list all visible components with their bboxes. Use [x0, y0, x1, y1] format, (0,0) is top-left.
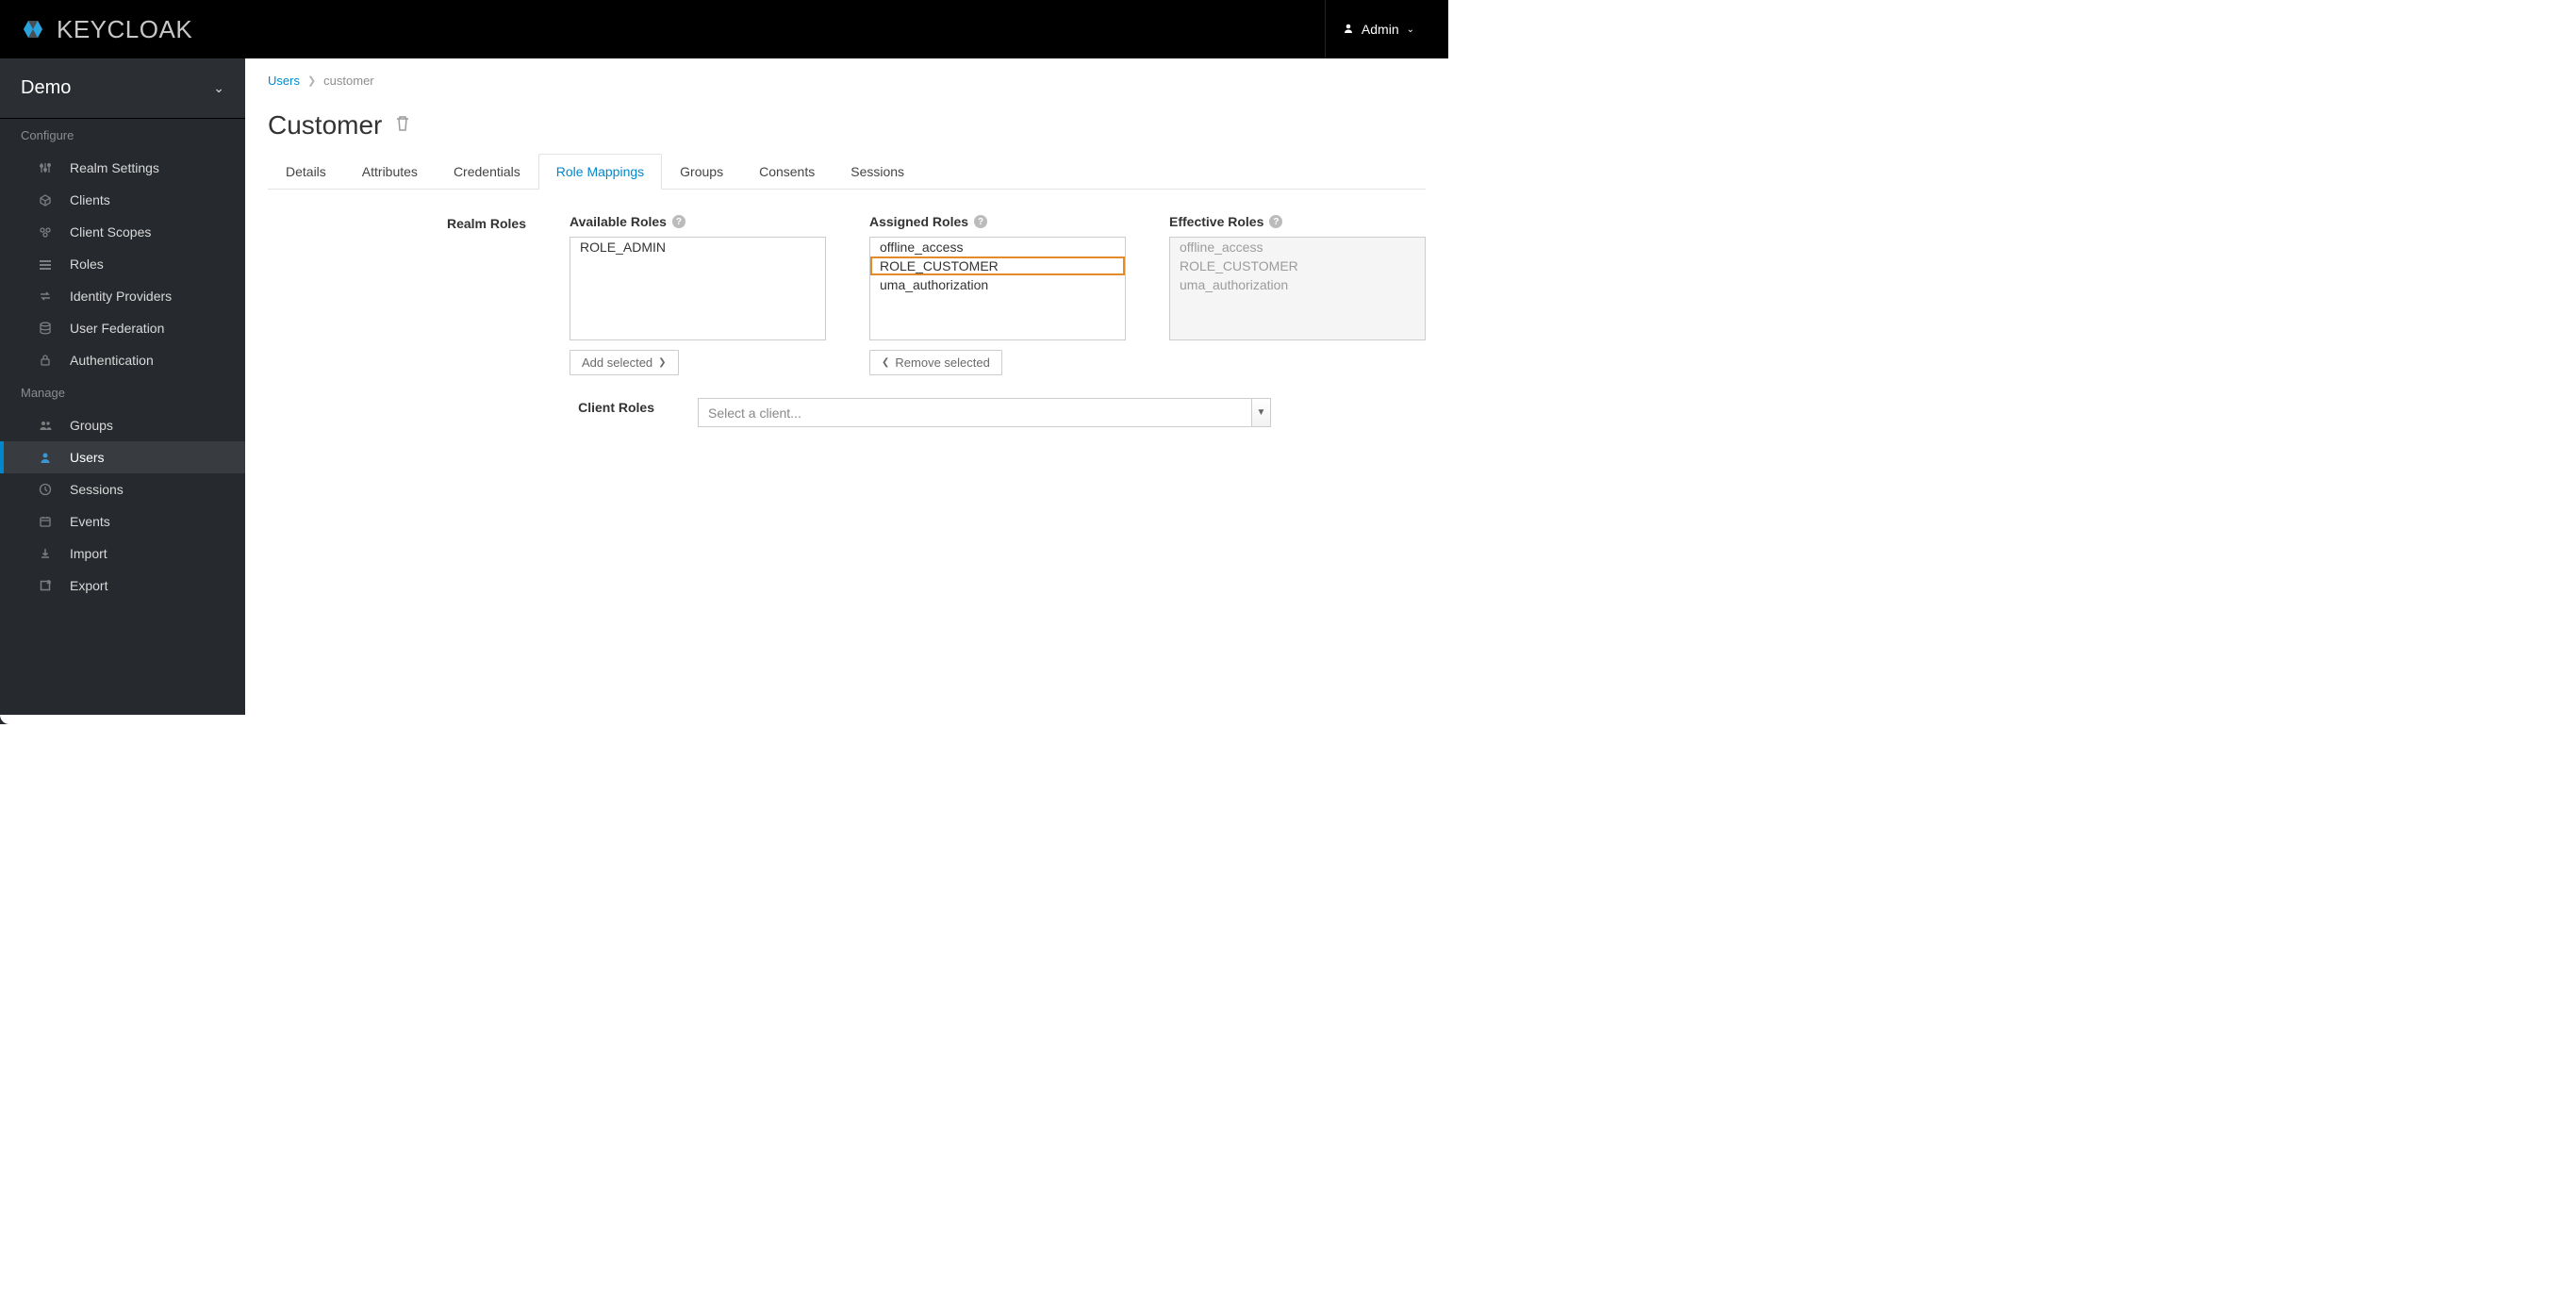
chevron-right-icon: ❯	[307, 74, 316, 87]
tab-credentials[interactable]: Credentials	[436, 154, 538, 190]
assigned-roles-column: Assigned Roles? offline_accessROLE_CUSTO…	[869, 214, 1126, 375]
sidebar-item-label: Identity Providers	[70, 289, 172, 304]
remove-selected-button[interactable]: ❮Remove selected	[869, 350, 1002, 375]
sidebar: Demo ⌄ Configure Realm Settings Clients Cli…	[0, 58, 245, 724]
groups-icon	[38, 419, 53, 432]
realm-name: Demo	[21, 77, 71, 99]
identity-providers-icon	[38, 289, 53, 303]
help-icon[interactable]: ?	[672, 215, 685, 228]
sidebar-item-label: Groups	[70, 418, 113, 433]
effective-roles-listbox: offline_accessROLE_CUSTOMERuma_authoriza…	[1169, 237, 1426, 340]
effective-roles-column: Effective Roles? offline_accessROLE_CUST…	[1169, 214, 1426, 375]
sidebar-item-users[interactable]: Users	[0, 441, 245, 473]
sidebar-item-clients[interactable]: Clients	[0, 184, 245, 216]
breadcrumb: Users ❯ customer	[268, 74, 1426, 88]
realm-roles-label: Realm Roles	[268, 214, 570, 231]
delete-button[interactable]	[395, 115, 410, 137]
chevron-right-icon: ❯	[658, 357, 666, 368]
user-federation-icon	[38, 322, 53, 335]
assigned-roles-label: Assigned Roles	[869, 214, 968, 229]
sidebar-item-authentication[interactable]: Authentication	[0, 344, 245, 376]
sidebar-item-label: Export	[70, 578, 107, 593]
sidebar-item-sessions[interactable]: Sessions	[0, 473, 245, 505]
help-icon[interactable]: ?	[1269, 215, 1282, 228]
tab-groups[interactable]: Groups	[662, 154, 741, 190]
roles-icon	[38, 257, 53, 271]
caret-down-icon: ▼	[1251, 399, 1270, 426]
assigned-roles-listbox[interactable]: offline_accessROLE_CUSTOMERuma_authoriza…	[869, 237, 1126, 340]
export-icon	[38, 579, 53, 592]
chevron-down-icon: ⌄	[1407, 25, 1414, 35]
breadcrumb-current: customer	[323, 74, 373, 88]
users-icon	[38, 451, 53, 464]
brand-text: KEYCLOAK	[57, 15, 192, 44]
sidebar-item-label: Client Scopes	[70, 224, 151, 240]
keycloak-logo-icon	[17, 13, 49, 45]
realm-settings-icon	[38, 161, 53, 174]
tab-role-mappings[interactable]: Role Mappings	[538, 154, 662, 190]
breadcrumb-root[interactable]: Users	[268, 74, 300, 88]
sidebar-item-label: Import	[70, 546, 107, 561]
sidebar-item-import[interactable]: Import	[0, 538, 245, 570]
sidebar-item-roles[interactable]: Roles	[0, 248, 245, 280]
effective-roles-label: Effective Roles	[1169, 214, 1263, 229]
import-icon	[38, 547, 53, 560]
sidebar-item-label: Sessions	[70, 482, 124, 497]
role-option: uma_authorization	[1170, 275, 1425, 294]
role-option[interactable]: ROLE_ADMIN	[570, 238, 825, 256]
role-option[interactable]: ROLE_CUSTOMER	[870, 256, 1125, 275]
sessions-icon	[38, 483, 53, 496]
main-content: Users ❯ customer Customer DetailsAttribu…	[245, 58, 1448, 724]
client-select[interactable]: Select a client... ▼	[698, 398, 1271, 427]
client-roles-label: Client Roles	[268, 398, 698, 415]
events-icon	[38, 515, 53, 528]
sidebar-item-events[interactable]: Events	[0, 505, 245, 538]
sidebar-item-label: Events	[70, 514, 110, 529]
sidebar-item-user-federation[interactable]: User Federation	[0, 312, 245, 344]
add-selected-button[interactable]: Add selected❯	[570, 350, 679, 375]
authentication-icon	[38, 354, 53, 367]
nav-section-title: Configure	[0, 119, 245, 152]
role-option[interactable]: uma_authorization	[870, 275, 1125, 294]
sidebar-item-label: Users	[70, 450, 105, 465]
sidebar-item-identity-providers[interactable]: Identity Providers	[0, 280, 245, 312]
realm-selector[interactable]: Demo ⌄	[0, 58, 245, 119]
chevron-down-icon: ⌄	[213, 80, 224, 96]
tab-details[interactable]: Details	[268, 154, 344, 190]
client-select-placeholder: Select a client...	[699, 401, 1251, 425]
help-icon[interactable]: ?	[974, 215, 987, 228]
sidebar-item-label: User Federation	[70, 321, 164, 336]
available-roles-listbox[interactable]: ROLE_ADMIN	[570, 237, 826, 340]
available-roles-label: Available Roles	[570, 214, 667, 229]
role-option: ROLE_CUSTOMER	[1170, 256, 1425, 275]
user-label: Admin	[1362, 22, 1399, 37]
chevron-left-icon: ❮	[882, 357, 889, 368]
sidebar-item-label: Realm Settings	[70, 160, 159, 175]
user-menu[interactable]: Admin ⌄	[1325, 0, 1431, 58]
tabs: DetailsAttributesCredentialsRole Mapping…	[268, 154, 1426, 190]
nav-section-title: Manage	[0, 376, 245, 409]
tab-consents[interactable]: Consents	[741, 154, 833, 190]
sidebar-item-label: Roles	[70, 256, 104, 272]
client-scopes-icon	[38, 225, 53, 239]
sidebar-item-realm-settings[interactable]: Realm Settings	[0, 152, 245, 184]
available-roles-column: Available Roles? ROLE_ADMIN Add selected…	[570, 214, 826, 375]
role-option: offline_access	[1170, 238, 1425, 256]
sidebar-item-label: Authentication	[70, 353, 154, 368]
sidebar-item-export[interactable]: Export	[0, 570, 245, 602]
user-icon	[1343, 22, 1354, 37]
page-title: Customer	[268, 110, 382, 141]
sidebar-item-label: Clients	[70, 192, 110, 207]
brand[interactable]: KEYCLOAK	[17, 13, 192, 45]
tab-attributes[interactable]: Attributes	[344, 154, 436, 190]
tab-sessions[interactable]: Sessions	[833, 154, 922, 190]
clients-icon	[38, 193, 53, 207]
header: KEYCLOAK Admin ⌄	[0, 0, 1448, 58]
sidebar-item-groups[interactable]: Groups	[0, 409, 245, 441]
sidebar-item-client-scopes[interactable]: Client Scopes	[0, 216, 245, 248]
role-option[interactable]: offline_access	[870, 238, 1125, 256]
